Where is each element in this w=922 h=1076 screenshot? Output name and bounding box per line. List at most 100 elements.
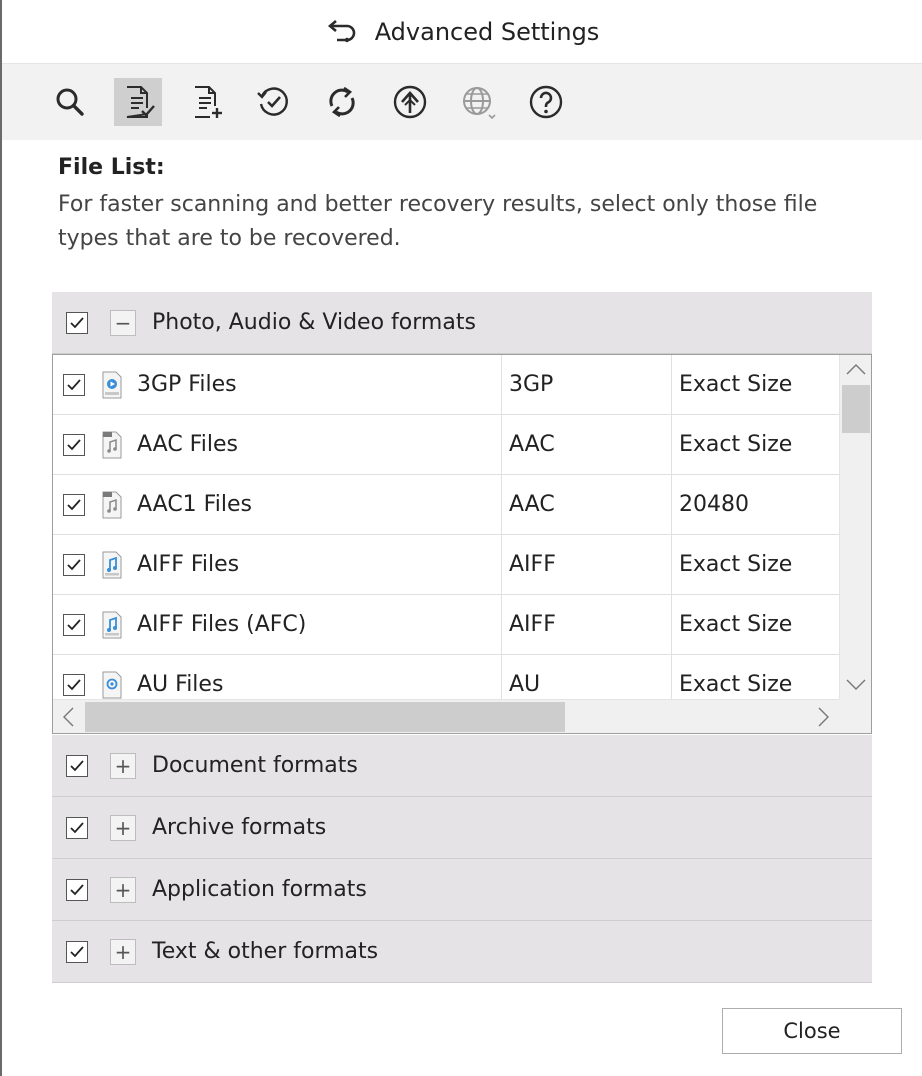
checkmark-icon <box>67 678 81 690</box>
column-divider <box>501 595 502 655</box>
file-name: 3GP Files <box>137 372 237 397</box>
collapse-toggle[interactable]: − <box>110 309 136 336</box>
column-divider <box>671 655 672 699</box>
checkmark-icon <box>70 945 84 957</box>
scroll-right-icon[interactable] <box>809 700 839 733</box>
horizontal-scrollbar[interactable] <box>53 699 839 733</box>
table-row[interactable]: AIFF Files AIFF Exact Size <box>53 535 839 595</box>
scrollbar-corner <box>839 699 871 733</box>
vertical-scroll-thumb[interactable] <box>842 385 870 433</box>
window-left-border <box>0 0 2 1076</box>
globe-icon <box>463 87 496 120</box>
table-row[interactable]: AAC1 Files AAC 20480 <box>53 475 839 535</box>
group-application-formats[interactable]: + Application formats <box>52 859 872 921</box>
group-document-formats[interactable]: + Document formats <box>52 735 872 797</box>
column-divider <box>671 535 672 595</box>
row-checkbox[interactable] <box>63 373 85 396</box>
audio-file-icon <box>99 430 125 460</box>
file-type-rows: 3GP Files 3GP Exact Size AAC Files AAC E… <box>53 355 839 699</box>
group-checkbox[interactable] <box>66 940 88 963</box>
dialog-title: Advanced Settings <box>374 17 600 46</box>
group-label: Text & other formats <box>152 939 379 964</box>
search-icon <box>56 88 84 116</box>
checkmark-icon <box>67 498 81 510</box>
add-file-type-button[interactable] <box>182 78 230 126</box>
column-divider <box>671 355 672 415</box>
search-button[interactable] <box>46 78 94 126</box>
checkmark-icon <box>67 618 81 630</box>
dialog-header: Advanced Settings <box>2 0 922 64</box>
row-checkbox[interactable] <box>63 433 85 456</box>
table-row[interactable]: AU Files AU Exact Size <box>53 655 839 699</box>
group-label: Photo, Audio & Video formats <box>152 310 476 335</box>
expand-toggle[interactable]: + <box>110 938 136 965</box>
expand-toggle[interactable]: + <box>110 752 136 779</box>
checkmark-icon <box>70 883 84 895</box>
au-file-icon <box>99 670 125 700</box>
group-label: Application formats <box>152 877 367 902</box>
section-title: File List: <box>58 155 165 180</box>
upload-arrow-icon <box>393 85 427 119</box>
group-photo-audio-video[interactable]: − Photo, Audio & Video formats <box>52 292 872 354</box>
column-divider <box>501 415 502 475</box>
group-checkbox[interactable] <box>66 311 88 334</box>
clock-check-icon <box>257 87 288 116</box>
file-name: AAC Files <box>137 432 238 457</box>
file-extension: AIFF <box>509 552 556 577</box>
upgrade-button[interactable] <box>386 78 434 126</box>
file-list-button[interactable] <box>114 78 162 126</box>
file-size: Exact Size <box>679 372 793 397</box>
group-checkbox[interactable] <box>66 754 88 777</box>
vertical-scrollbar[interactable] <box>839 355 871 699</box>
group-archive-formats[interactable]: + Archive formats <box>52 797 872 859</box>
scroll-left-icon[interactable] <box>53 700 83 733</box>
scroll-down-icon[interactable] <box>840 671 871 699</box>
row-checkbox[interactable] <box>63 613 85 636</box>
file-list-check-icon <box>126 86 155 118</box>
close-button[interactable]: Close <box>722 1008 902 1054</box>
help-button[interactable] <box>522 78 570 126</box>
horizontal-scroll-thumb[interactable] <box>85 702 565 732</box>
table-row[interactable]: AAC Files AAC Exact Size <box>53 415 839 475</box>
checkmark-icon <box>67 378 81 390</box>
row-checkbox[interactable] <box>63 673 85 696</box>
help-icon <box>529 85 563 119</box>
column-divider <box>501 655 502 699</box>
file-size: Exact Size <box>679 612 793 637</box>
row-checkbox[interactable] <box>63 493 85 516</box>
table-row[interactable]: AIFF Files (AFC) AIFF Exact Size <box>53 595 839 655</box>
file-size: Exact Size <box>679 552 793 577</box>
expand-toggle[interactable]: + <box>110 814 136 841</box>
checkmark-icon <box>67 558 81 570</box>
table-row[interactable]: 3GP Files 3GP Exact Size <box>53 355 839 415</box>
scroll-up-icon[interactable] <box>840 355 871 383</box>
language-button[interactable] <box>454 78 502 126</box>
group-checkbox[interactable] <box>66 816 88 839</box>
music-file-icon <box>99 610 125 640</box>
update-button[interactable] <box>318 78 366 126</box>
section-description: For faster scanning and better recovery … <box>58 192 818 251</box>
checkmark-icon <box>67 438 81 450</box>
refresh-icon <box>329 86 355 118</box>
checkmark-icon <box>70 821 84 833</box>
row-checkbox[interactable] <box>63 553 85 576</box>
group-label: Archive formats <box>152 815 327 840</box>
expand-toggle[interactable]: + <box>110 876 136 903</box>
video-file-icon <box>99 370 125 400</box>
resume-recovery-button[interactable] <box>250 78 298 126</box>
group-text-other-formats[interactable]: + Text & other formats <box>52 921 872 983</box>
column-divider <box>671 595 672 655</box>
column-divider <box>501 535 502 595</box>
file-extension: AU <box>509 672 541 697</box>
back-arrow-icon[interactable] <box>325 18 359 46</box>
file-extension: 3GP <box>509 372 554 397</box>
column-divider <box>671 475 672 535</box>
music-file-icon <box>99 550 125 580</box>
group-checkbox[interactable] <box>66 878 88 901</box>
file-name: AAC1 Files <box>137 492 252 517</box>
toolbar <box>2 64 922 140</box>
file-name: AU Files <box>137 672 224 697</box>
checkmark-icon <box>70 759 84 771</box>
column-divider <box>501 475 502 535</box>
checkmark-icon <box>70 316 84 328</box>
